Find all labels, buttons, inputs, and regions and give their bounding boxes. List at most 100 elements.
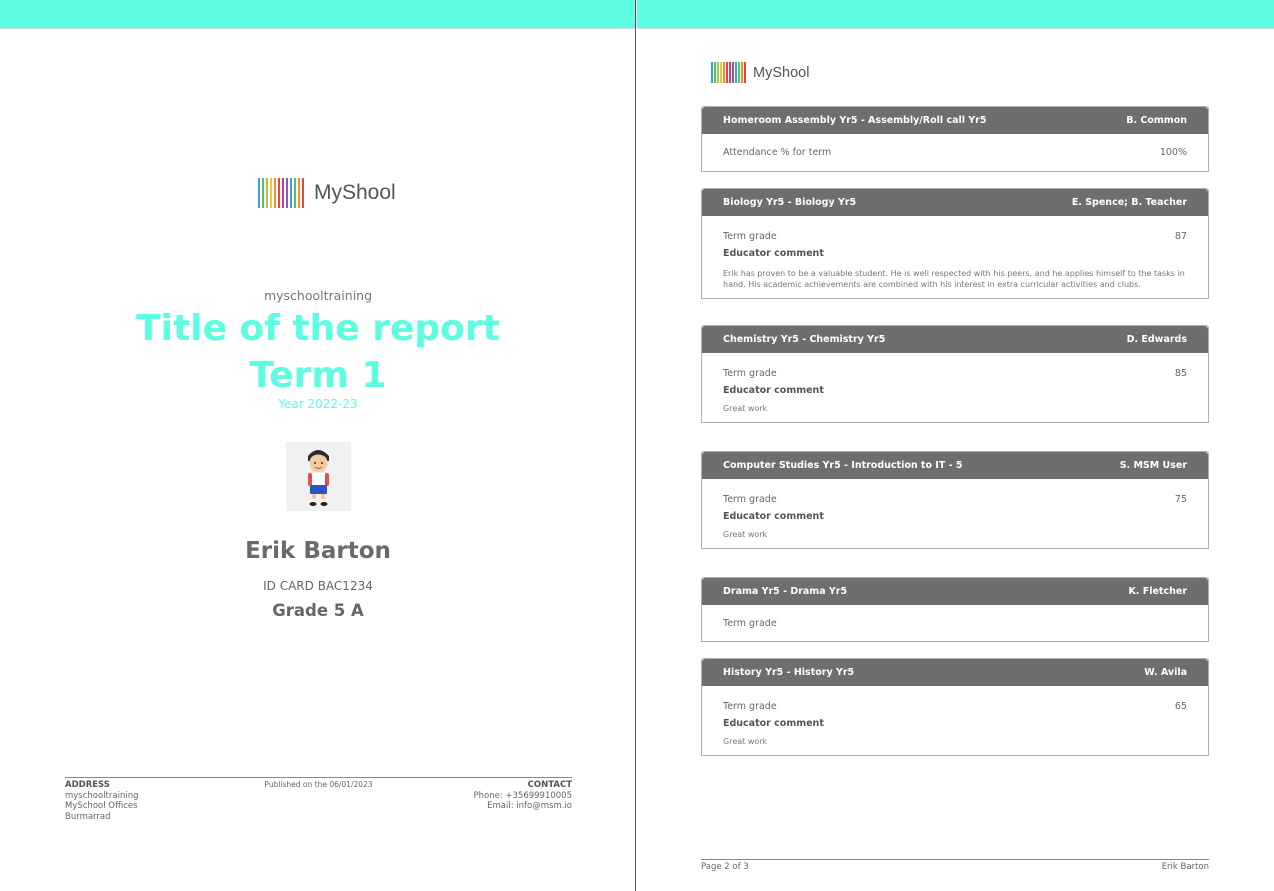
- logo-bar: [714, 62, 716, 83]
- logo-bar: [726, 62, 728, 83]
- subject-name: Chemistry Yr5 - Chemistry Yr5: [723, 334, 886, 345]
- educator-comment-label: Educator comment: [723, 385, 824, 396]
- educator-comment: Erik has proven to be a valuable student…: [723, 269, 1185, 289]
- footer-student-name: Erik Barton: [1161, 862, 1209, 872]
- subject-name: Drama Yr5 - Drama Yr5: [723, 586, 848, 597]
- logo-bar: [302, 178, 304, 208]
- subject-name: Computer Studies Yr5 - Introduction to I…: [723, 460, 963, 471]
- logo-bar: [732, 62, 734, 83]
- subject-teacher: E. Spence; B. Teacher: [1071, 197, 1187, 208]
- subject-header: Drama Yr5 - Drama Yr5 K. Fletcher: [702, 578, 1208, 605]
- logo-bar: [258, 178, 260, 208]
- school-name: myschooltraining: [263, 288, 373, 303]
- subject-teacher: K. Fletcher: [1128, 586, 1187, 597]
- logo-bar: [266, 178, 268, 208]
- logo-bar: [278, 178, 280, 208]
- report-term: Term 1: [249, 355, 387, 396]
- subject-name: Homeroom Assembly Yr5 - Assembly/Roll ca…: [723, 115, 987, 126]
- row-value: 75: [1174, 493, 1187, 505]
- subject-teacher: D. Edwards: [1126, 334, 1187, 345]
- row-value: 100%: [1159, 147, 1187, 158]
- logo-bar: [741, 62, 743, 83]
- address-line: Burmarrad: [65, 811, 111, 822]
- page-number: Page 2 of 3: [701, 862, 749, 872]
- grade-row: Term grade: [723, 605, 1187, 641]
- logo-bar: [290, 178, 292, 208]
- subject-body: Term grade: [702, 605, 1208, 641]
- educator-comment-label: Educator comment: [723, 248, 824, 259]
- student-id-card: ID CARD BAC1234: [263, 579, 373, 593]
- row-value: 85: [1174, 367, 1187, 379]
- student-grade: Grade 5 A: [272, 601, 364, 620]
- header-logo: MyShool: [711, 62, 809, 83]
- logo-bar: [294, 178, 296, 208]
- subject-card: Biology Yr5 - Biology Yr5 E. Spence; B. …: [701, 188, 1209, 299]
- subject-body: Attendance % for term 100%: [702, 134, 1208, 171]
- address-line: MySchool Offices: [65, 801, 138, 811]
- logo-bar: [286, 178, 288, 208]
- educator-comment-label: Educator comment: [723, 718, 824, 729]
- logo-bar: [729, 62, 731, 83]
- educator-comment: Great work: [723, 737, 768, 746]
- row-label: Term grade: [723, 493, 777, 505]
- contact-email: Email: info@msm.io: [487, 801, 572, 811]
- row-label: Term grade: [723, 230, 777, 242]
- contact-phone: Phone: +35699910005: [473, 790, 572, 801]
- subject-header: Chemistry Yr5 - Chemistry Yr5 D. Edwards: [702, 326, 1208, 353]
- subject-header: History Yr5 - History Yr5 W. Avila: [702, 659, 1208, 686]
- student-photo: [286, 442, 351, 511]
- logo-bar: [744, 62, 746, 83]
- educator-comment: Great work: [723, 530, 768, 539]
- logo-bar: [270, 178, 272, 208]
- subject-card: History Yr5 - History Yr5 W. Avila Term …: [701, 658, 1209, 756]
- logo-bar: [720, 62, 722, 83]
- educator-comment-label: Educator comment: [723, 511, 824, 522]
- subject-teacher: B. Common: [1126, 115, 1187, 126]
- logo-bars-icon: [258, 178, 306, 208]
- logo-bar: [274, 178, 276, 208]
- attendance-row: Attendance % for term 100%: [723, 134, 1187, 171]
- subject-name: History Yr5 - History Yr5: [723, 667, 855, 678]
- logo-text: MyShool: [314, 181, 396, 204]
- row-label: Term grade: [723, 367, 777, 379]
- subject-teacher: W. Avila: [1144, 667, 1187, 678]
- cover-top-band: [0, 0, 635, 29]
- subject-card: Drama Yr5 - Drama Yr5 K. Fletcher Term g…: [701, 577, 1209, 642]
- logo-bar: [723, 62, 725, 83]
- row-label: Term grade: [723, 617, 777, 629]
- logo-bar: [711, 62, 713, 83]
- logo-bars-icon: [711, 62, 747, 83]
- subject-header: Homeroom Assembly Yr5 - Assembly/Roll ca…: [702, 107, 1208, 134]
- row-value: 87: [1174, 230, 1187, 242]
- logo-bar: [262, 178, 264, 208]
- educator-comment: Great work: [723, 404, 768, 413]
- subject-body: Term grade 75 Educator comment Great wor…: [702, 479, 1208, 548]
- student-name: Erik Barton: [245, 538, 391, 564]
- row-label: Term grade: [723, 700, 777, 712]
- subject-card: Computer Studies Yr5 - Introduction to I…: [701, 451, 1209, 549]
- page-footer: Page 2 of 3 Erik Barton: [701, 859, 1209, 872]
- contact-label: CONTACT: [527, 780, 572, 790]
- cover-logo: MyShool: [258, 178, 396, 208]
- row-label: Attendance % for term: [723, 147, 832, 158]
- logo-bar: [298, 178, 300, 208]
- cover-footer: ADDRESS myschooltraining MySchool Office…: [65, 777, 572, 822]
- subject-body: Term grade 65 Educator comment Great wor…: [702, 686, 1208, 755]
- logo-bar: [717, 62, 719, 83]
- cover-page: MyShool myschooltraining Title of the re…: [0, 0, 636, 891]
- student-avatar-icon: [286, 442, 351, 511]
- logo-bar: [738, 62, 740, 83]
- subject-body: Term grade 87 Educator comment Erik has …: [702, 216, 1208, 298]
- subject-teacher: S. MSM User: [1119, 460, 1187, 471]
- subject-name: Biology Yr5 - Biology Yr5: [723, 197, 857, 208]
- subject-card: Homeroom Assembly Yr5 - Assembly/Roll ca…: [701, 106, 1209, 172]
- subject-header: Computer Studies Yr5 - Introduction to I…: [702, 452, 1208, 479]
- logo-bar: [735, 62, 737, 83]
- grades-page: MyShool Homeroom Assembly Yr5 - Assembly…: [637, 0, 1274, 891]
- footer-contact: CONTACT Phone: +35699910005 Email: info@…: [473, 780, 572, 812]
- logo-text: MyShool: [753, 64, 810, 81]
- subject-card: Chemistry Yr5 - Chemistry Yr5 D. Edwards…: [701, 325, 1209, 423]
- logo-bar: [282, 178, 284, 208]
- subject-header: Biology Yr5 - Biology Yr5 E. Spence; B. …: [702, 189, 1208, 216]
- row-value: 65: [1174, 700, 1187, 712]
